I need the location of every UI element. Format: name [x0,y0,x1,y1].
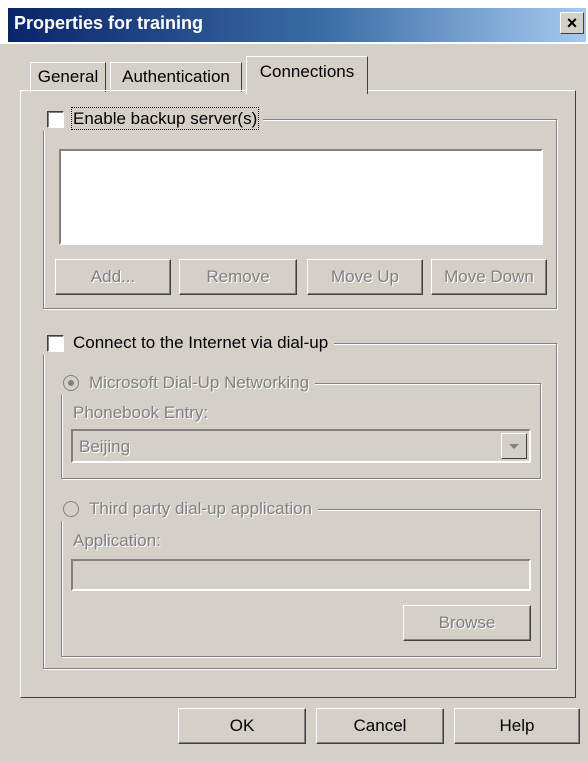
third-party-legend: Third party dial-up application [59,499,319,521]
microsoft-dialup-legend: Microsoft Dial-Up Networking [59,373,316,395]
tab-general[interactable]: General [30,62,106,92]
phonebook-entry-label: Phonebook Entry: [73,403,209,422]
dropdown-arrow-button[interactable] [501,433,527,459]
connect-dialup-label[interactable]: Connect to the Internet via dial-up [73,333,328,352]
title-bar: Properties for training × [0,0,588,44]
backup-server-list[interactable] [59,149,543,245]
dialup-legend: Connect to the Internet via dial-up [41,333,335,355]
remove-button[interactable]: Remove [179,259,297,295]
close-button[interactable]: × [560,12,584,34]
enable-backup-checkbox[interactable] [47,111,64,128]
phonebook-entry-value: Beijing [79,437,131,456]
microsoft-dialup-radio[interactable] [63,375,79,391]
third-party-label[interactable]: Third party dial-up application [89,499,312,518]
cancel-button[interactable]: Cancel [316,708,444,744]
help-button[interactable]: Help [454,708,580,744]
move-up-button[interactable]: Move Up [307,259,423,295]
backup-legend: Enable backup server(s) [41,107,264,131]
enable-backup-label[interactable]: Enable backup server(s) [70,107,260,130]
connect-dialup-checkbox[interactable] [47,335,64,352]
third-party-radio[interactable] [63,501,79,517]
browse-button[interactable]: Browse [403,605,531,641]
microsoft-dialup-label[interactable]: Microsoft Dial-Up Networking [89,373,309,392]
ok-button[interactable]: OK [178,708,306,744]
chevron-down-icon [509,444,519,449]
tab-authentication[interactable]: Authentication [110,62,242,92]
tab-panel: Enable backup server(s) Add... Remove Mo… [20,90,576,698]
application-field[interactable] [71,559,531,591]
phonebook-entry-select[interactable]: Beijing [71,429,531,463]
window-title: Properties for training [14,13,204,33]
application-label: Application: [73,531,161,550]
tab-connections[interactable]: Connections [246,56,368,94]
move-down-button[interactable]: Move Down [431,259,547,295]
add-button[interactable]: Add... [55,259,171,295]
